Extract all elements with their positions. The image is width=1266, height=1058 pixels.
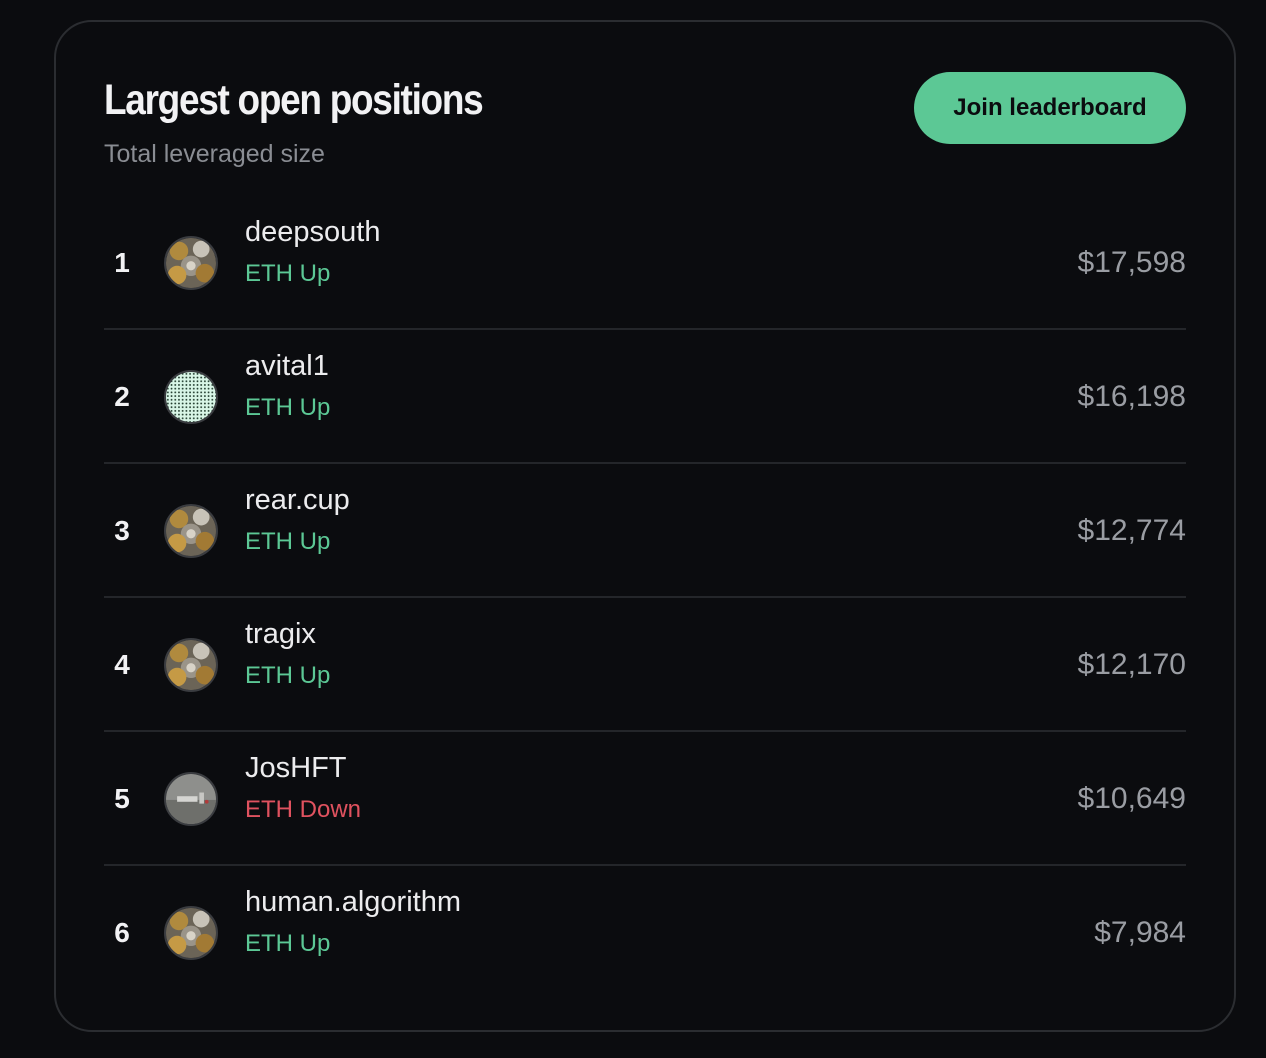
position-size: $10,649 (1077, 782, 1186, 815)
card-title: Largest open positions (104, 76, 484, 124)
trader-name[interactable]: tragix (245, 618, 316, 651)
position-row[interactable]: 4 tragix ETH Up $12,170 (104, 598, 1186, 732)
position-direction: ETH Up (245, 394, 331, 421)
rank-number: 2 (114, 381, 130, 412)
position-direction: ETH Up (245, 662, 331, 689)
trader-name[interactable]: rear.cup (245, 484, 350, 517)
position-size: $12,170 (1077, 648, 1186, 681)
position-size: $12,774 (1077, 514, 1186, 547)
photo-avatar-icon[interactable] (164, 772, 218, 826)
rank-number: 1 (114, 247, 130, 278)
position-direction: ETH Up (245, 528, 331, 555)
rank-number: 4 (114, 649, 130, 680)
positions-list: 1 deepsouth ETH Up $17,598 2 avital1 ETH… (104, 196, 1186, 1000)
coins-avatar-icon[interactable] (164, 236, 218, 290)
position-direction: ETH Up (245, 260, 331, 287)
dotted-avatar-icon[interactable] (164, 370, 218, 424)
join-leaderboard-button[interactable]: Join leaderboard (914, 72, 1186, 144)
leaderboard-card: Largest open positions Total leveraged s… (54, 20, 1236, 1032)
position-size: $7,984 (1094, 916, 1186, 949)
rank-number: 5 (114, 783, 130, 814)
rank-number: 6 (114, 917, 130, 948)
card-subtitle: Total leveraged size (104, 140, 325, 168)
trader-name[interactable]: avital1 (245, 350, 329, 383)
rank-number: 3 (114, 515, 130, 546)
position-direction: ETH Down (245, 796, 362, 823)
coins-avatar-icon[interactable] (164, 638, 218, 692)
position-size: $17,598 (1077, 246, 1186, 279)
position-direction: ETH Up (245, 930, 331, 957)
position-size: $16,198 (1077, 380, 1186, 413)
position-row[interactable]: 6 human.algorithm ETH Up $7,984 (104, 866, 1186, 1000)
position-row[interactable]: 2 avital1 ETH Up $16,198 (104, 330, 1186, 464)
trader-name[interactable]: human.algorithm (245, 886, 461, 919)
card-header: Largest open positions Total leveraged s… (104, 70, 1186, 180)
position-row[interactable]: 3 rear.cup ETH Up $12,774 (104, 464, 1186, 598)
coins-avatar-icon[interactable] (164, 906, 218, 960)
trader-name[interactable]: deepsouth (245, 216, 380, 249)
position-row[interactable]: 5 JosHFT ETH Down $10,649 (104, 732, 1186, 866)
trader-name[interactable]: JosHFT (245, 752, 347, 785)
position-row[interactable]: 1 deepsouth ETH Up $17,598 (104, 196, 1186, 330)
coins-avatar-icon[interactable] (164, 504, 218, 558)
